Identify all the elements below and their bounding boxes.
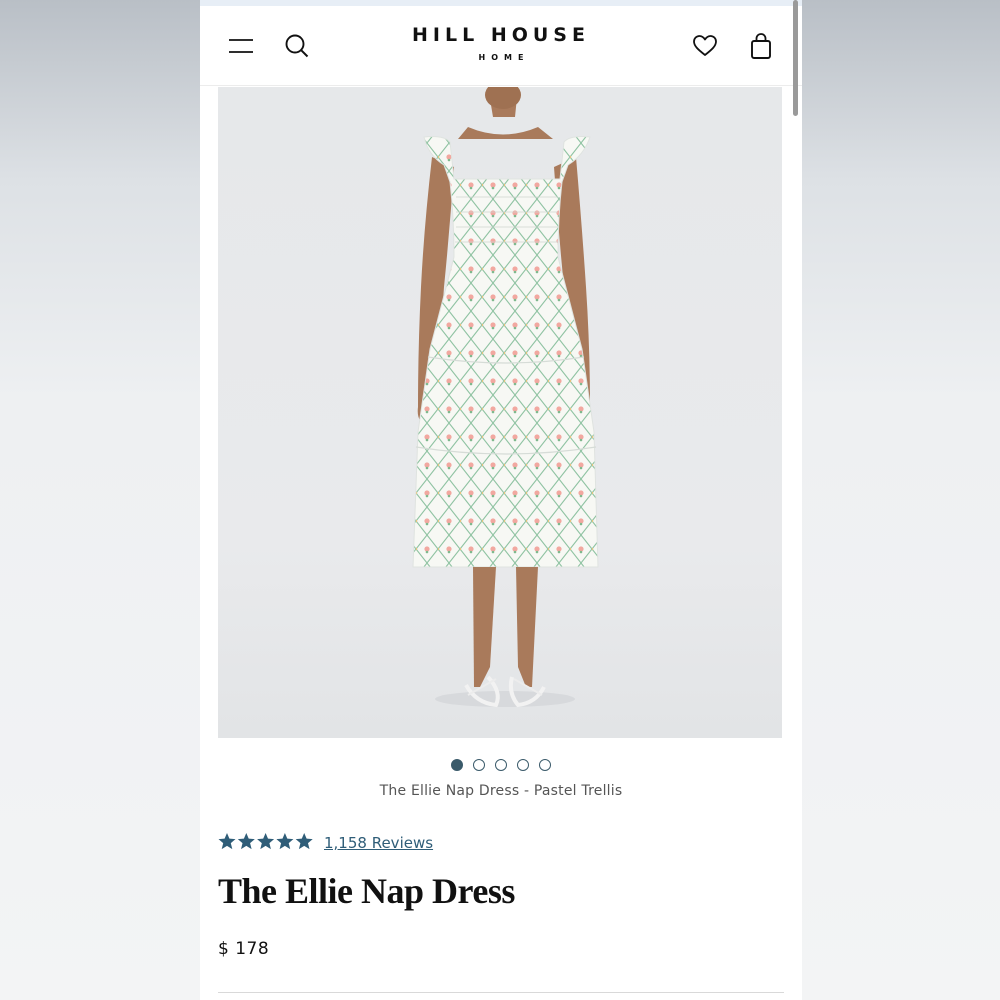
gallery-pagination xyxy=(450,759,552,773)
gallery-dot-3[interactable] xyxy=(495,759,507,771)
site-header: HILL HOUSE HOME xyxy=(200,6,802,86)
brand-logo[interactable]: HILL HOUSE HOME xyxy=(350,24,652,62)
star-rating-icon xyxy=(218,833,313,850)
dress-illustration xyxy=(412,87,599,708)
gallery-dot-4[interactable] xyxy=(517,759,529,771)
brand-name: HILL HOUSE xyxy=(412,24,590,46)
bag-icon[interactable] xyxy=(749,32,773,60)
menu-icon[interactable] xyxy=(228,33,254,59)
reviews-link[interactable]: 1,158 Reviews xyxy=(324,834,433,852)
section-divider xyxy=(218,992,784,993)
brand-subname: HOME xyxy=(478,53,530,62)
scrollbar[interactable] xyxy=(793,0,798,116)
product-price: $ 178 xyxy=(218,939,270,959)
product-title: The Ellie Nap Dress xyxy=(218,871,515,911)
gallery-dot-2[interactable] xyxy=(473,759,485,771)
image-caption: The Ellie Nap Dress - Pastel Trellis xyxy=(379,783,623,799)
product-image[interactable] xyxy=(218,87,782,738)
phone-screen: HILL HOUSE HOME The Ellie Nap Dress - Pa… xyxy=(200,0,802,1000)
heart-icon[interactable] xyxy=(692,33,718,59)
gallery-dot-1[interactable] xyxy=(451,759,463,771)
gallery-dot-5[interactable] xyxy=(539,759,551,771)
search-icon[interactable] xyxy=(284,33,310,59)
